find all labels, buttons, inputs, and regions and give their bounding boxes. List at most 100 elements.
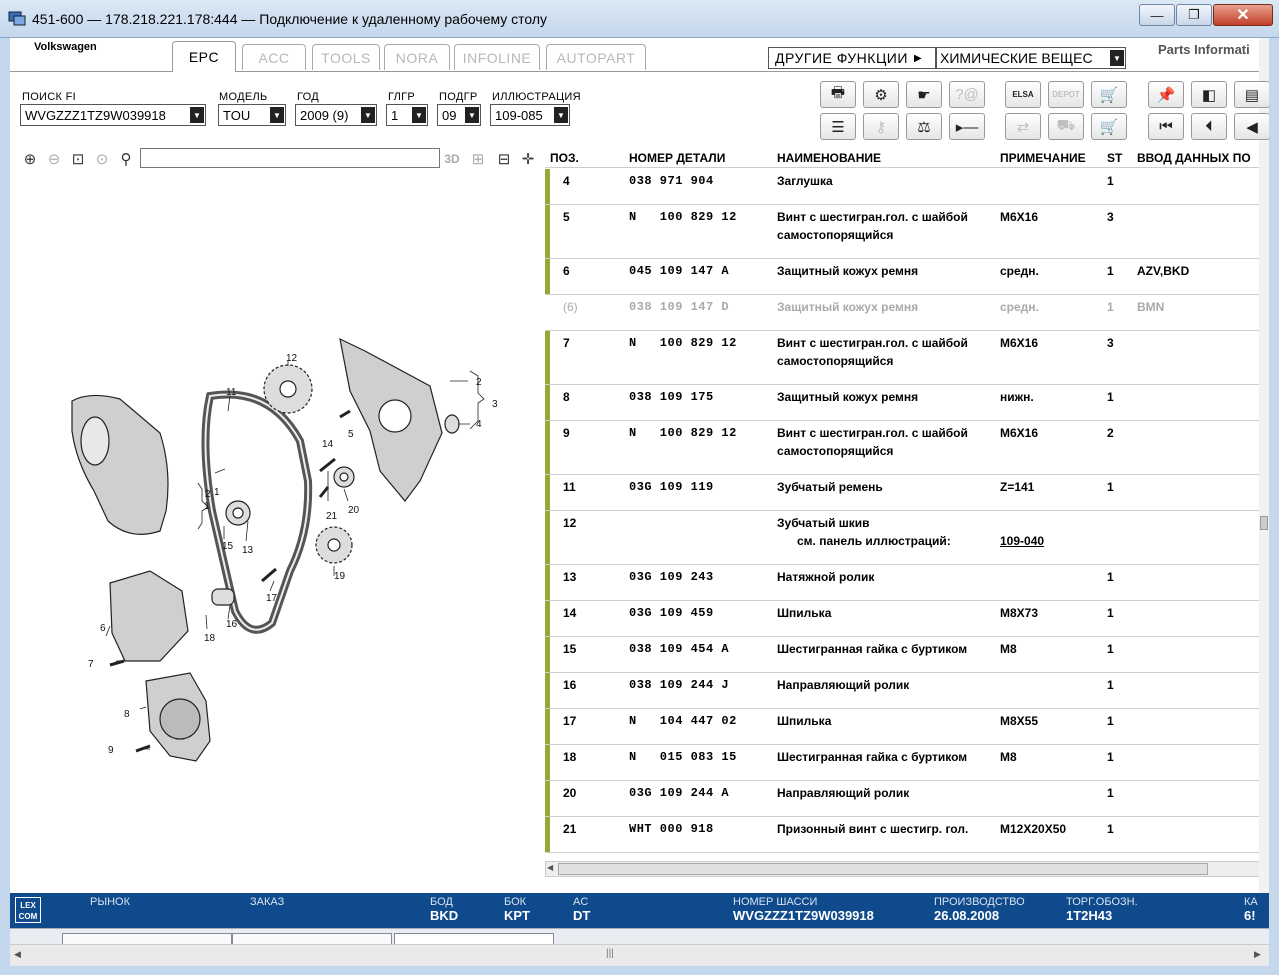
chevron-down-icon[interactable]: ▼ [361,107,375,123]
table-row[interactable]: (6) 038 109 147 D Защитный кожух ремня сред… [545,295,1269,331]
table-row[interactable]: 16 038 109 244 J Направляющий ролик 1 [545,673,1269,709]
grid-view-icon[interactable]: ⊞ [468,149,488,169]
scale-button[interactable]: ⚖ [906,113,942,140]
glgr-select[interactable]: 1 ▼ [386,104,428,126]
table-row[interactable]: 12 Зубчатый шкив см. панель иллюстраций: 1… [545,511,1269,565]
podgr-select[interactable]: 09 ▼ [437,104,481,126]
back-button[interactable]: ◀ [1234,113,1269,140]
table-row[interactable]: 9 N 100 829 12 Винт с шестигран.гол. с шай… [545,421,1269,475]
illustration-select[interactable]: 109-085 ▼ [490,104,570,126]
callout-label-15[interactable]: 15 [222,541,234,552]
callout-label-6[interactable]: 6 [100,623,106,634]
elsa-button[interactable]: ELSA [1005,81,1041,108]
zoom-original-icon[interactable]: ⊙ [92,149,112,169]
print-button[interactable]: 🖶 [820,81,856,108]
key-button[interactable]: ⚷ [863,113,899,140]
callout-label-8[interactable]: 8 [124,709,130,720]
callout-label-5[interactable]: 5 [348,429,354,440]
minimize-button[interactable]: — [1139,4,1175,26]
help-button[interactable]: ?@ [949,81,985,108]
model-select[interactable]: TOU ▼ [218,104,286,126]
table-row[interactable]: 4 038 971 904 Заглушка 1 [545,169,1269,205]
year-select[interactable]: 2009 (9) ▼ [295,104,377,126]
play-button[interactable]: ▸— [949,113,985,140]
callout-label-1[interactable]: 1 [204,501,210,512]
column-header-data-entry[interactable]: ВВОД ДАННЫХ ПО [1137,151,1251,165]
pin-button[interactable]: 📌 [1148,81,1184,108]
scroll-left-icon[interactable]: ◀ [547,863,553,872]
maximize-button[interactable]: ❐ [1176,4,1212,26]
callout-label-3[interactable]: 3 [492,399,498,410]
fi-search-input[interactable]: WVGZZZ1TZ9W039918 ▼ [20,104,206,126]
chemicals-select[interactable]: ХИМИЧЕСКИЕ ВЕЩЕС ▼ [936,47,1126,69]
table-row[interactable]: 5 N 100 829 12 Винт с шестигран.гол. с шай… [545,205,1269,259]
callout-label-2[interactable]: 2 [205,489,211,500]
window-titlebar[interactable]: 451-600 — 178.218.221.178:444 — Подключе… [0,0,1279,38]
callout-label-14[interactable]: 14 [322,439,334,450]
prev-button[interactable]: ⏴ [1191,113,1227,140]
callout-label-12[interactable]: 12 [286,353,298,364]
scroll-left-icon[interactable]: ◀ [14,949,21,960]
chevron-down-icon[interactable]: ▼ [270,107,284,123]
chevron-down-icon[interactable]: ▼ [190,107,204,123]
chevron-down-icon[interactable]: ▼ [412,107,426,123]
scrollbar-thumb[interactable] [558,863,1208,875]
table-horizontal-scrollbar[interactable]: ◀ [545,861,1265,877]
illustration-link[interactable]: 109-040 [1000,532,1044,550]
cart-add-button[interactable]: 🛒 [1091,113,1127,140]
3d-view-button[interactable]: 3D [442,149,462,169]
callout-label-20[interactable]: 20 [348,505,360,516]
table-row[interactable]: 8 038 109 175 Защитный кожух ремня нижн. 1 [545,385,1269,421]
crosshair-icon[interactable]: ✛ [518,149,538,169]
table-row[interactable]: 20 03G 109 244 A Направляющий ролик 1 [545,781,1269,817]
column-header-st[interactable]: ST [1107,151,1122,165]
callout-label-9[interactable]: 9 [108,745,114,756]
table-row[interactable]: 18 N 015 083 15 Шестигранная гайка с бурти… [545,745,1269,781]
callout-label-7[interactable]: 7 [88,659,94,670]
car-button[interactable]: ⛟ [1048,113,1084,140]
callout-label-11[interactable]: 11 [226,387,237,398]
tab-infoline[interactable]: INFOLINE [454,44,540,70]
vscroll-grip[interactable] [1260,516,1268,530]
table-row[interactable]: 15 038 109 454 A Шестигранная гайка с бурт… [545,637,1269,673]
table-row[interactable]: 14 03G 109 459 Шпилька M8X73 1 [545,601,1269,637]
zoom-fit-icon[interactable]: ⊡ [68,149,88,169]
callout-label-13[interactable]: 13 [242,545,254,556]
column-header-pos[interactable]: ПОЗ. [550,151,579,165]
column-header-part-number[interactable]: НОМЕР ДЕТАЛИ [629,151,725,165]
zoom-in-icon[interactable]: ⊕ [20,149,40,169]
callout-label-1[interactable]: 1 [214,487,220,498]
parts-illustration[interactable]: 12345678911121314151617181920212 1 [10,171,542,891]
close-button[interactable]: ✕ [1213,4,1273,26]
callout-label-4[interactable]: 4 [476,419,482,430]
callout-label-18[interactable]: 18 [204,633,216,644]
page-back-button[interactable]: ◧ [1191,81,1227,108]
callout-label-2[interactable]: 2 [476,377,482,388]
split-view-icon[interactable]: ⊟ [494,149,514,169]
session-horizontal-scrollbar[interactable]: ◀ ||| ▶ [10,944,1269,966]
table-row[interactable]: 6 045 109 147 A Защитный кожух ремня средн.… [545,259,1269,295]
transfer-button[interactable]: ⇄ [1005,113,1041,140]
chevron-down-icon[interactable]: ▼ [554,107,568,123]
column-header-note[interactable]: ПРИМЕЧАНИЕ [1000,151,1086,165]
tab-nora[interactable]: NORA [384,44,450,70]
chevron-down-icon[interactable]: ▼ [465,107,479,123]
table-row[interactable]: 11 03G 109 119 Зубчатый ремень Z=141 1 [545,475,1269,511]
tab-epc[interactable]: EPC [172,41,236,72]
tab-acc[interactable]: ACC [242,44,306,70]
column-header-name[interactable]: НАИМЕНОВАНИЕ [777,151,881,165]
table-row[interactable]: 17 N 104 447 02 Шпилька M8X55 1 [545,709,1269,745]
table-row[interactable]: 13 03G 109 243 Натяжной ролик 1 [545,565,1269,601]
callout-label-17[interactable]: 17 [266,593,278,604]
tab-autopart[interactable]: AUTOPART [546,44,646,70]
table-row[interactable]: 21 WHT 000 918 Призонный винт с шестигр. г… [545,817,1269,853]
list-button[interactable]: ☰ [820,113,856,140]
tab-tools[interactable]: TOOLS [312,44,380,70]
search-icon[interactable]: ⚲ [116,149,136,169]
first-button[interactable]: ⏮ [1148,113,1184,140]
cart-button[interactable]: 🛒 [1091,81,1127,108]
page-button[interactable]: ▤ [1234,81,1269,108]
callout-label-19[interactable]: 19 [334,571,346,582]
callout-label-21[interactable]: 21 [326,511,338,522]
part-search-button[interactable]: ⚙ [863,81,899,108]
